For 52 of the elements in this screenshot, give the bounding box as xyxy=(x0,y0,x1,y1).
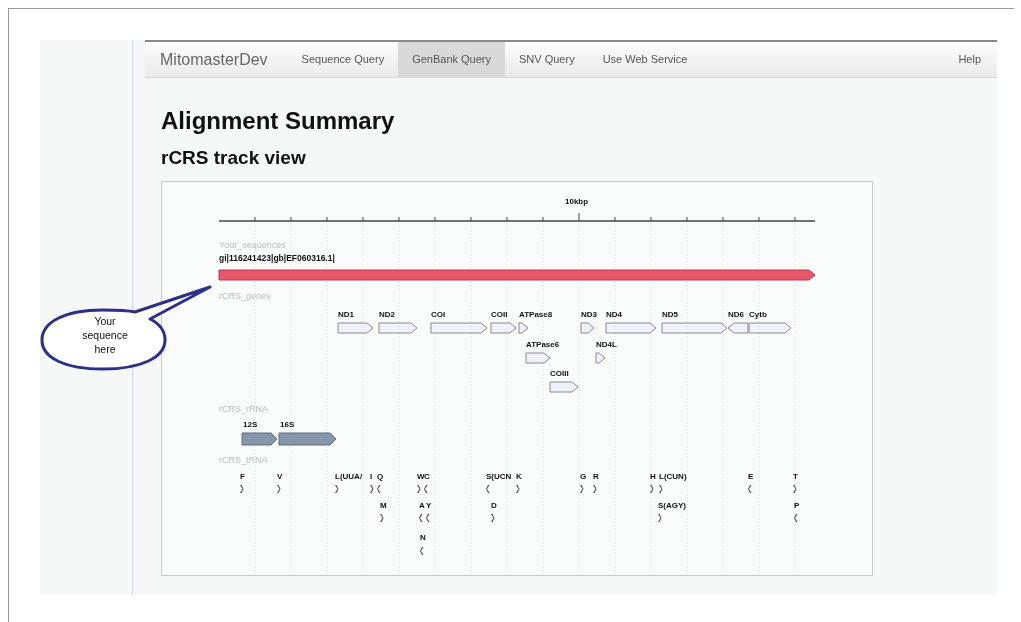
track-label: rCRS_genes xyxy=(219,291,271,301)
trna-label: K xyxy=(516,472,522,481)
gene-label: ND3 xyxy=(581,310,597,319)
gene-label: ND5 xyxy=(662,310,678,319)
rrna-label: 12S xyxy=(243,420,258,429)
trna-label: H xyxy=(650,472,656,481)
sequence-id: gi|116241423|gb|EF060316.1| xyxy=(219,253,335,263)
track-label: Your_sequences xyxy=(219,240,286,250)
nav-tab[interactable]: Use Web Service xyxy=(588,42,702,77)
trna-label: M xyxy=(380,501,387,510)
trna-label: C xyxy=(424,472,430,481)
trna-label: W xyxy=(417,472,425,481)
gene-label: Cytb xyxy=(749,310,767,319)
gene-label: ND4L xyxy=(596,340,617,349)
trna-label: S(UCN xyxy=(486,472,512,481)
gene-label: ND4 xyxy=(606,310,622,319)
gene-label: ATPase8 xyxy=(519,310,553,319)
callout-text: Your sequence here xyxy=(81,314,129,356)
section-title: rCRS track view xyxy=(161,146,306,170)
trna-label: P xyxy=(794,501,800,510)
track-label: rCRS_tRNA xyxy=(219,455,268,465)
trna-label: Q xyxy=(377,472,384,481)
trna-label: T xyxy=(793,472,798,481)
gene-label: ND2 xyxy=(379,310,395,319)
trna-label: G xyxy=(580,472,587,481)
trna-label: V xyxy=(277,472,283,481)
scale-label: 10kbp xyxy=(565,197,589,206)
trna-label: R xyxy=(593,472,599,481)
trna-label: D xyxy=(491,501,497,510)
trna-label: Y xyxy=(426,501,432,510)
trna-label: E xyxy=(748,472,754,481)
gene-label: COII xyxy=(491,310,508,319)
rrna-label: 16S xyxy=(280,420,295,429)
nav-tab[interactable]: Sequence Query xyxy=(287,42,399,77)
nav-tab[interactable]: GenBank Query xyxy=(398,42,505,77)
trna-label: L(UUA/ xyxy=(335,472,363,481)
track-label: rCRS_rRNA xyxy=(219,404,268,414)
gene-label: ND1 xyxy=(338,310,354,319)
gene-label: COIII xyxy=(550,369,569,378)
nav-tab[interactable]: SNV Query xyxy=(505,42,589,77)
gene-label: COI xyxy=(431,310,446,319)
brand-name[interactable]: MitomasterDev xyxy=(145,47,288,72)
trna-label: L(CUN) xyxy=(659,472,687,481)
page-title: Alignment Summary xyxy=(161,106,395,136)
gene-label: ND6 xyxy=(728,310,744,319)
trna-label: I xyxy=(370,472,373,481)
help-link[interactable]: Help xyxy=(942,42,997,77)
gene-label: ATPase6 xyxy=(526,340,560,349)
trna-label: F xyxy=(240,472,245,481)
trna-label: A xyxy=(419,501,425,510)
trna-label: N xyxy=(420,533,426,542)
trna-label: S(AGY) xyxy=(658,501,686,510)
